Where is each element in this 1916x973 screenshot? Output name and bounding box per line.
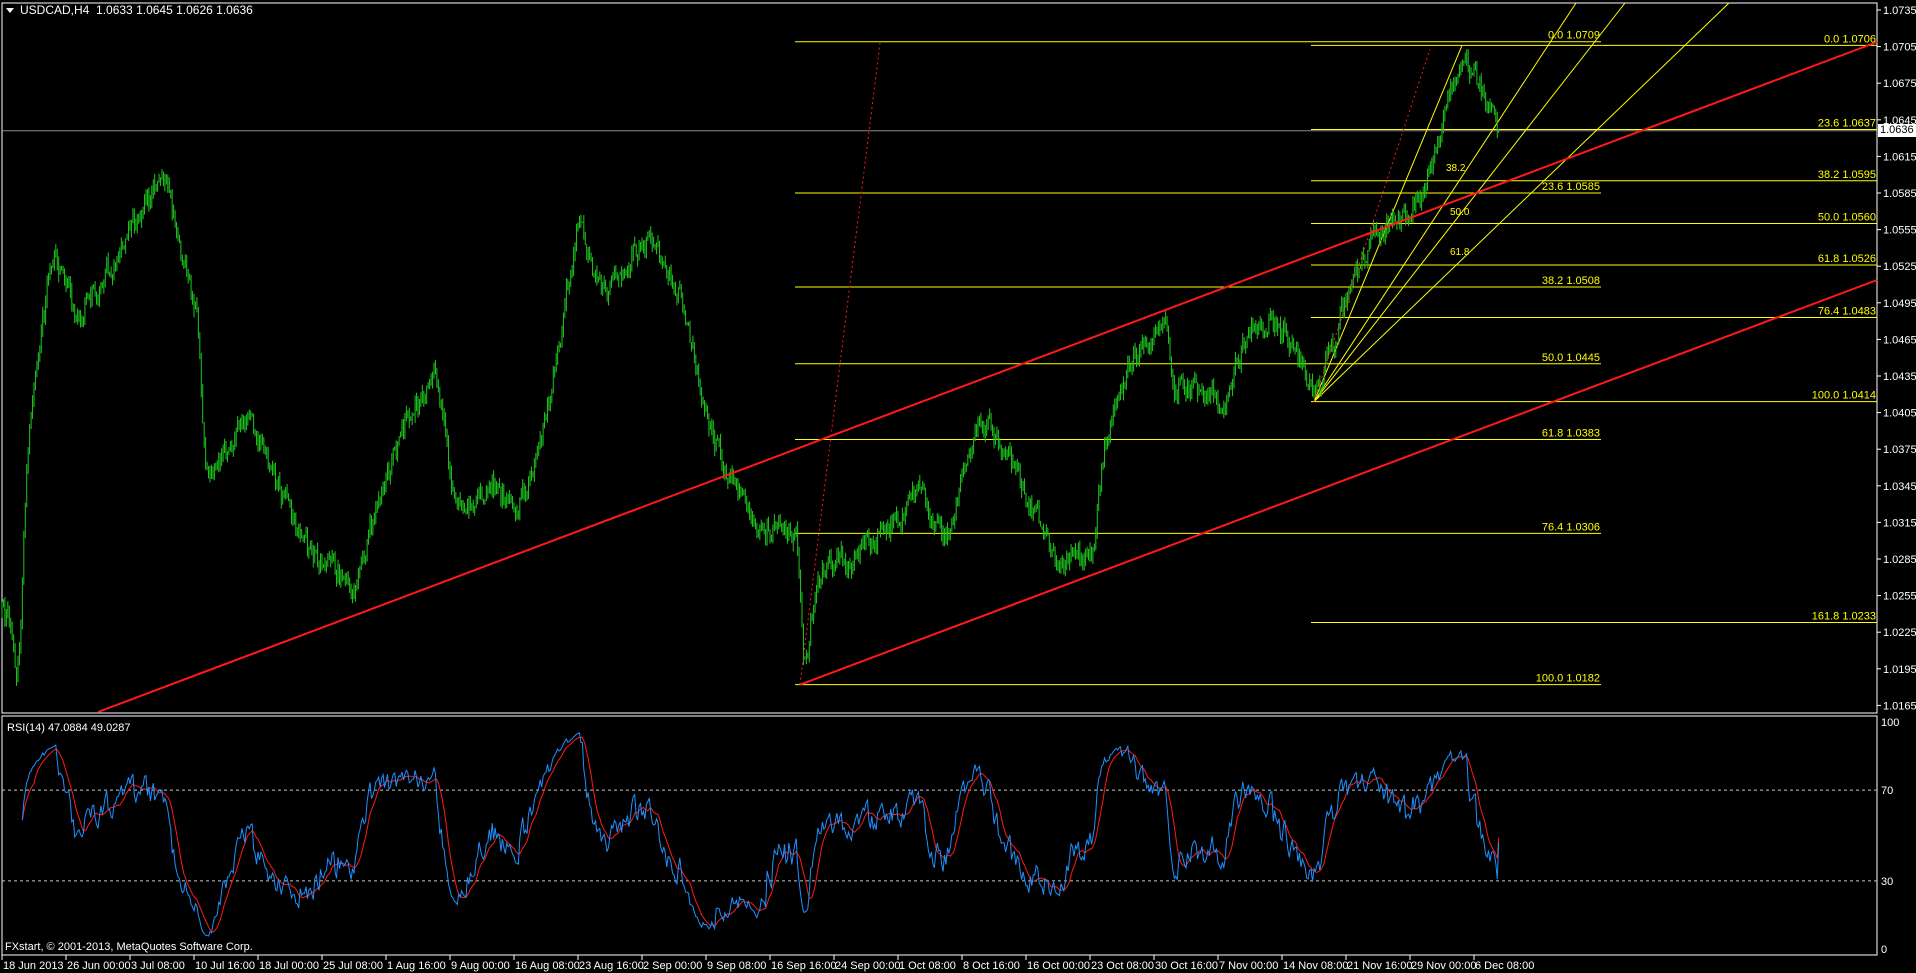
time-tick-label: 16 Oct 00:00 [1027, 960, 1090, 972]
current-price-tag: 1.0636 [1878, 124, 1916, 137]
fibo-retracement-1-level-label: 100.0 1.0182 [1536, 673, 1600, 685]
time-tick-label: 29 Nov 00:00 [1411, 960, 1476, 972]
rsi-label: RSI(14) 47.0884 49.0287 [7, 722, 131, 734]
time-tick-label: 21 Nov 16:00 [1347, 960, 1412, 972]
time-tick-label: 14 Nov 08:00 [1283, 960, 1348, 972]
chart-title[interactable]: USDCAD,H4 1.0633 1.0645 1.0626 1.0636 [6, 3, 253, 17]
time-tick-label: 1 Oct 08:00 [899, 960, 956, 972]
price-tick-label: 1.0315 [1883, 517, 1916, 529]
chart-frame [1, 2, 1878, 956]
rsi-axis-label: 100 [1881, 717, 1899, 729]
time-axis[interactable]: 18 Jun 2013 26 Jun 00:00 3 Jul 08:00 10 Jul… [1, 955, 1534, 972]
fibo-fan-line [1313, 2, 1626, 402]
copyright-text: FXstart, © 2001-2013, MetaQuotes Softwar… [5, 941, 253, 953]
time-tick-label: 30 Oct 16:00 [1155, 960, 1218, 972]
time-tick-label: 18 Jul 00:00 [259, 960, 319, 972]
time-tick-label: 1 Aug 16:00 [387, 960, 446, 972]
fibo-retracement-1-level-label: 76.4 1.0306 [1542, 521, 1600, 533]
fibo-retracement-1-level-label: 38.2 1.0508 [1542, 275, 1600, 287]
fibo-retracement-2-level-label: 161.8 1.0233 [1812, 610, 1876, 622]
time-tick-label: 16 Aug 08:00 [515, 960, 580, 972]
price-tick-label: 1.0435 [1883, 371, 1916, 383]
price-tick-label: 1.0495 [1883, 298, 1916, 310]
fibo-retracement-2-level-label: 50.0 1.0560 [1818, 212, 1876, 224]
fibo-fan-line [1313, 2, 1730, 402]
fibo-retracement-2-level-label: 0.0 1.0706 [1824, 33, 1876, 45]
dotted-trendline [1313, 48, 1431, 402]
symbol-label: USDCAD,H4 [20, 3, 90, 17]
rsi-panel-border [1, 715, 1878, 956]
fibo-fan-line [1313, 2, 1577, 402]
fibo-fan-label: 61.8 [1450, 247, 1470, 258]
price-tick-label: 1.0675 [1883, 78, 1916, 90]
trendline-upper [97, 41, 1878, 713]
time-tick-label: 10 Jul 16:00 [195, 960, 255, 972]
time-tick-label: 25 Jul 08:00 [323, 960, 383, 972]
price-tick-label: 1.0255 [1883, 591, 1916, 603]
rsi-line [21, 732, 1500, 937]
rsi-axis-label: 30 [1881, 876, 1893, 888]
time-tick-label: 23 Oct 08:00 [1091, 960, 1154, 972]
price-tick-label: 1.0195 [1883, 664, 1916, 676]
time-tick-label: 8 Oct 16:00 [963, 960, 1020, 972]
time-tick-label: 9 Aug 00:00 [451, 960, 510, 972]
price-tick-label: 1.0735 [1883, 5, 1916, 17]
time-tick-label: 9 Sep 08:00 [707, 960, 766, 972]
price-tick-label: 1.0525 [1883, 261, 1916, 273]
fibo-retracement-2-level-label: 61.8 1.0526 [1818, 253, 1876, 265]
chart-menu-triangle-icon[interactable] [6, 8, 14, 14]
price-tick-label: 1.0225 [1883, 627, 1916, 639]
chart-canvas[interactable]: 1.07351.07051.06751.06451.06151.05851.05… [0, 0, 1916, 973]
fibo-retracement-1-level-label: 0.0 1.0709 [1548, 30, 1600, 42]
price-tick-label: 1.0165 [1883, 700, 1916, 712]
fibo-fan-label: 38.2 [1446, 163, 1466, 174]
time-tick-label: 3 Jul 08:00 [131, 960, 185, 972]
price-tick-label: 1.0405 [1883, 408, 1916, 420]
price-tick-label: 1.0705 [1883, 42, 1916, 54]
fibo-retracement-1-level-label: 23.6 1.0585 [1542, 181, 1600, 193]
fibo-retracement-2-level-label: 38.2 1.0595 [1818, 169, 1876, 181]
price-tick-label: 1.0345 [1883, 481, 1916, 493]
time-tick-label: 6 Dec 08:00 [1475, 960, 1534, 972]
time-tick-label: 16 Sep 16:00 [771, 960, 836, 972]
rsi-axis-label: 70 [1881, 785, 1893, 797]
fibo-retracement-2-level-label: 100.0 1.0414 [1812, 390, 1876, 402]
rsi-axis-label: 0 [1881, 944, 1887, 956]
fibo-retracement-1-level-label: 50.0 1.0445 [1542, 352, 1600, 364]
ohlc-quote: 1.0633 1.0645 1.0626 1.0636 [96, 3, 253, 17]
price-tick-label: 1.0465 [1883, 334, 1916, 346]
fibo-retracement-2-level-label: 23.6 1.0637 [1818, 118, 1876, 130]
fibo-retracement-2-level-label: 76.4 1.0483 [1818, 305, 1876, 317]
fibonacci-objects[interactable]: 0.0 1.0709 23.6 1.0585 38.2 1.0508 50.0 1.0… [2, 2, 1877, 686]
price-bars [1, 48, 1500, 686]
price-axis[interactable]: 1.07351.07051.06751.06451.06151.05851.05… [1877, 5, 1916, 956]
time-tick-label: 24 Sep 00:00 [835, 960, 900, 972]
time-tick-label: 2 Sep 00:00 [643, 960, 702, 972]
time-tick-label: 23 Aug 16:00 [579, 960, 644, 972]
price-tick-label: 1.0615 [1883, 151, 1916, 163]
price-tick-label: 1.0555 [1883, 225, 1916, 237]
time-tick-label: 18 Jun 2013 [3, 960, 64, 972]
time-tick-label: 26 Jun 00:00 [67, 960, 131, 972]
rsi-indicator [2, 732, 1877, 937]
price-tick-label: 1.0285 [1883, 554, 1916, 566]
price-tick-label: 1.0375 [1883, 444, 1916, 456]
fibo-fan-label: 50.0 [1450, 207, 1470, 218]
trendlines[interactable] [97, 41, 1878, 713]
time-tick-label: 7 Nov 00:00 [1219, 960, 1278, 972]
price-tick-label: 1.0585 [1883, 188, 1916, 200]
fibo-retracement-1-level-label: 61.8 1.0383 [1542, 427, 1600, 439]
